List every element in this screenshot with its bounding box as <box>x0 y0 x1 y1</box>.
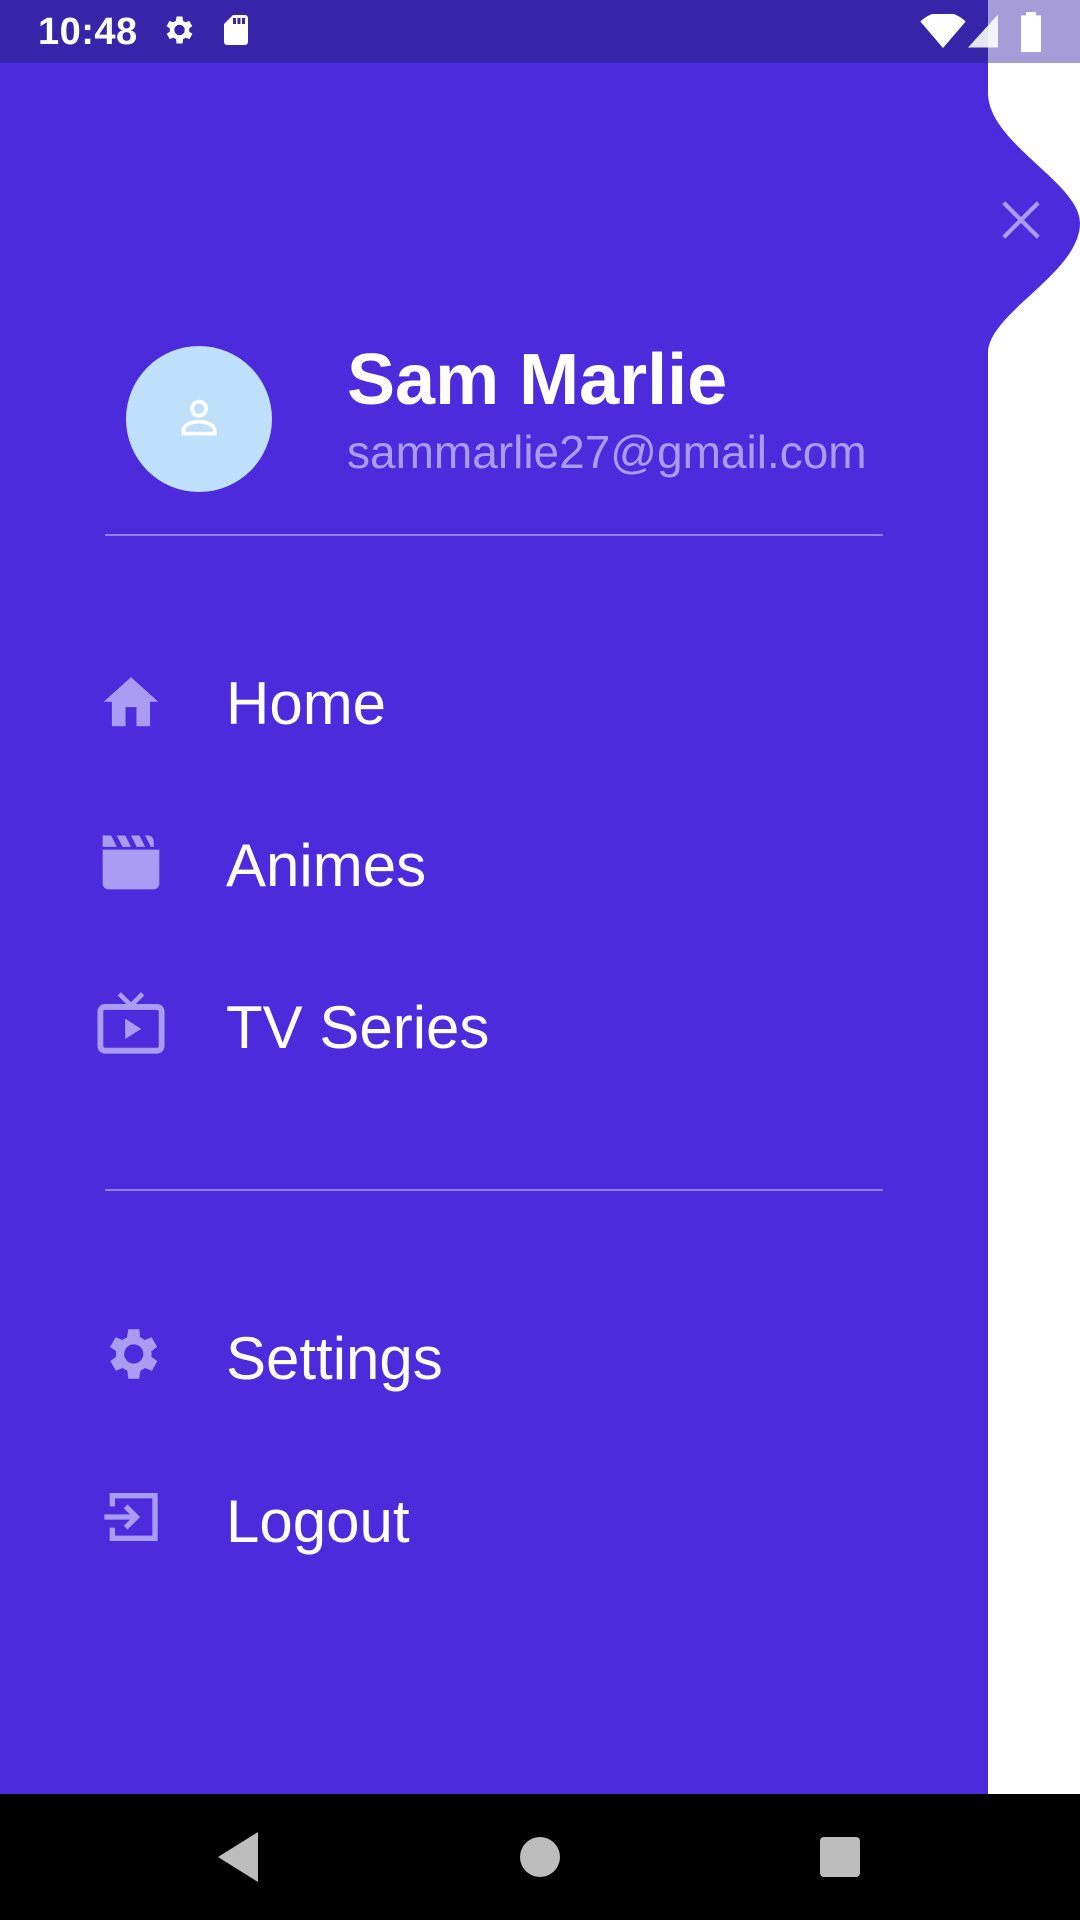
menu-item-logout[interactable]: Logout <box>90 1462 880 1572</box>
home-icon <box>96 664 166 734</box>
menu-item-label: Logout <box>226 1488 410 1555</box>
back-icon[interactable] <box>205 1794 275 1920</box>
user-email: sammarlie27@gmail.com <box>347 426 867 478</box>
divider <box>105 534 883 536</box>
avatar[interactable] <box>126 346 272 492</box>
recents-icon[interactable] <box>800 1794 880 1920</box>
gear-icon <box>160 12 196 53</box>
tv-icon <box>96 988 166 1058</box>
movie-clapper-icon <box>96 826 166 896</box>
menu-item-tv-series[interactable]: TV Series <box>90 968 880 1078</box>
user-name: Sam Marlie <box>347 340 728 420</box>
gear-icon <box>96 1319 166 1389</box>
menu-item-home[interactable]: Home <box>90 644 880 754</box>
sd-card-icon <box>220 12 252 53</box>
divider <box>105 1189 883 1191</box>
home-circle-icon[interactable] <box>500 1794 580 1920</box>
menu-item-label: Animes <box>226 832 427 899</box>
menu-item-label: TV Series <box>226 994 490 1061</box>
menu-item-label: Settings <box>226 1325 443 1392</box>
system-nav-bar <box>0 1794 1080 1920</box>
close-icon[interactable] <box>998 197 1044 248</box>
navigation-drawer: Sam Marlie sammarlie27@gmail.com Home An… <box>0 63 988 1794</box>
status-bar: 10:48 <box>0 0 1080 63</box>
wifi-icon <box>920 12 966 53</box>
menu-item-settings[interactable]: Settings <box>90 1299 880 1409</box>
battery-icon <box>1018 12 1044 57</box>
logout-icon <box>96 1482 166 1552</box>
menu-item-label: Home <box>226 670 387 737</box>
person-icon <box>174 392 224 447</box>
status-time: 10:48 <box>38 11 138 53</box>
menu-item-animes[interactable]: Animes <box>90 806 880 916</box>
